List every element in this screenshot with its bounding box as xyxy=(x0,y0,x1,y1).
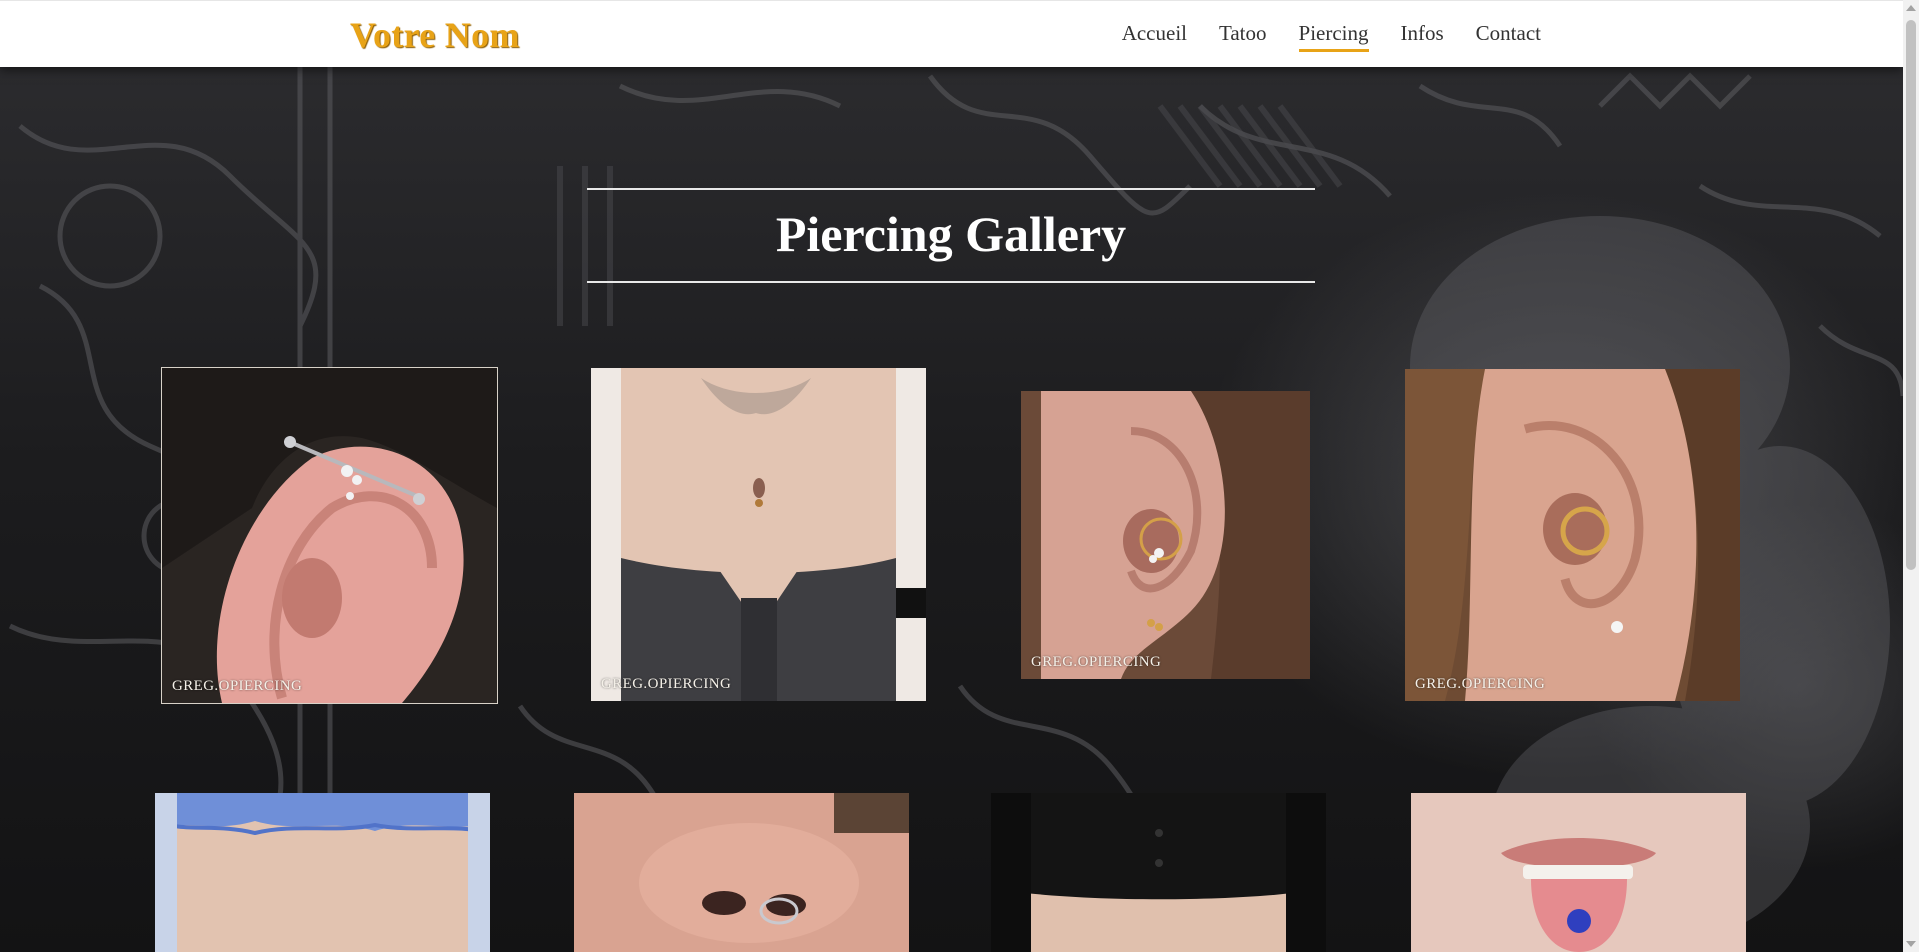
photo-watermark: GREG.OPIERCING xyxy=(172,678,303,694)
page-title: Piercing Gallery xyxy=(775,206,1127,262)
gallery-photo-navel-2[interactable] xyxy=(991,793,1326,952)
photo-watermark: GREG.OPIERCING xyxy=(601,676,732,692)
brand-logo[interactable]: Votre Nom xyxy=(350,14,520,56)
nav-infos[interactable]: Infos xyxy=(1401,21,1444,52)
gallery-photo-navel[interactable]: GREG.OPIERCING xyxy=(591,368,926,701)
nav-contact[interactable]: Contact xyxy=(1476,21,1541,52)
title-rule-top xyxy=(587,188,1315,190)
gallery-photo-lower-back[interactable] xyxy=(155,793,490,952)
gallery-photo-daith[interactable]: GREG.OPIERCING xyxy=(1021,391,1310,679)
title-rule-bottom xyxy=(587,281,1315,283)
nav-tatoo[interactable]: Tatoo xyxy=(1219,21,1267,52)
gallery-photo-septum[interactable] xyxy=(574,793,909,952)
site-header: Votre Nom Accueil Tatoo Piercing Infos C… xyxy=(0,0,1903,67)
nav-accueil[interactable]: Accueil xyxy=(1122,21,1187,52)
photo-watermark: GREG.OPIERCING xyxy=(1415,676,1546,692)
nav-piercing[interactable]: Piercing xyxy=(1298,21,1369,52)
main-nav: Accueil Tatoo Piercing Infos Contact xyxy=(1122,21,1541,52)
scroll-up-arrow-icon[interactable] xyxy=(1906,5,1916,11)
gallery-photo-tongue[interactable] xyxy=(1411,793,1746,952)
scroll-down-arrow-icon[interactable] xyxy=(1906,941,1916,947)
gallery-photo-daith-ring[interactable]: GREG.OPIERCING xyxy=(1405,369,1740,701)
gallery-photo-industrial[interactable]: GREG.OPIERCING xyxy=(161,367,498,704)
scroll-thumb[interactable] xyxy=(1906,20,1916,570)
page-scrollbar[interactable] xyxy=(1903,0,1919,952)
photo-watermark: GREG.OPIERCING xyxy=(1031,654,1162,670)
